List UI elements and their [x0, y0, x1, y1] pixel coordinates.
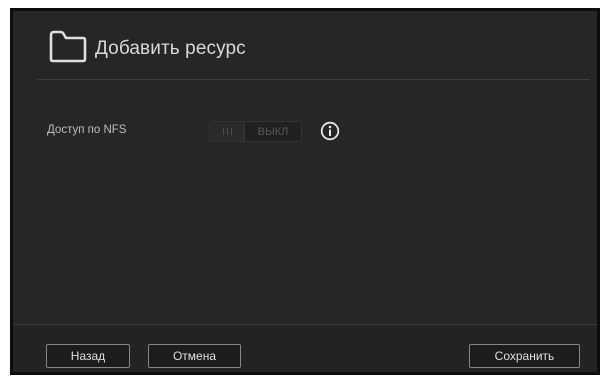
folder-icon	[49, 30, 87, 63]
toggle-on-segment[interactable]	[210, 122, 245, 141]
info-icon[interactable]	[320, 121, 340, 141]
dialog-footer: Назад Отмена Сохранить	[13, 325, 597, 372]
cancel-button[interactable]: Отмена	[148, 344, 241, 368]
nfs-toggle[interactable]: ВЫКЛ	[209, 121, 302, 142]
dialog-title: Добавить ресурс	[95, 38, 246, 59]
save-button[interactable]: Сохранить	[469, 344, 580, 368]
toggle-grip-line	[226, 128, 228, 135]
toggle-off-label[interactable]: ВЫКЛ	[245, 122, 301, 141]
toggle-grip-line	[222, 128, 224, 135]
add-share-dialog: Добавить ресурс Доступ по NFS ВЫКЛ Назад…	[10, 8, 600, 375]
dialog-header: Добавить ресурс	[13, 11, 597, 83]
nfs-access-label: Доступ по NFS	[47, 124, 127, 136]
back-button[interactable]: Назад	[46, 344, 130, 368]
toggle-grip-line	[230, 128, 232, 135]
header-divider	[37, 79, 590, 80]
